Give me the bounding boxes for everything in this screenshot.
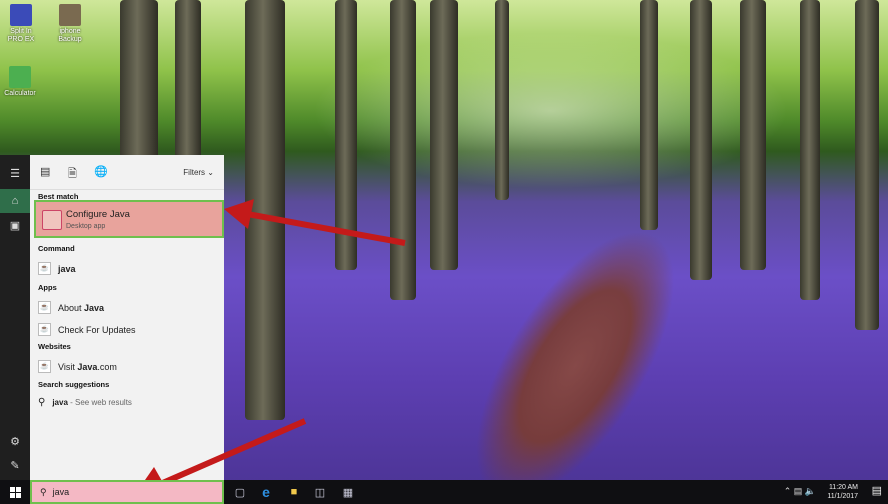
website-label-suffix: .com [97,361,117,372]
best-match-subtitle: Desktop app [66,223,106,230]
clock-time: 11:20 AM [828,484,858,491]
taskbar-search-box[interactable]: ⚲ java [30,480,224,504]
split-in-pro-icon [10,4,32,26]
website-label: Visit Java.com [58,362,117,372]
best-match-title-text: Configure [66,209,110,220]
app-item-about-java[interactable]: ☕ About Java [38,301,104,314]
tree-trunk [495,0,509,200]
panel-header: ▤ 🗎 🌐 Filters ⌄ [30,155,224,190]
web-tab-icon[interactable]: 🌐 [94,165,108,178]
section-websites: Websites [38,342,71,351]
website-item-java-com[interactable]: ☕ Visit Java.com [38,360,117,373]
desktop-icon-calculator[interactable]: Calculator [4,66,36,98]
app-label-bold: Java [84,302,105,313]
desktop-icon-label: Split In PRO EX [7,28,35,43]
edge-browser-icon[interactable]: e [258,484,274,500]
desktop-icon-iphone-backup[interactable]: iphone Backup [52,4,88,44]
notebook-icon[interactable]: ▣ [0,213,30,237]
tree-trunk [640,0,658,230]
filters-button[interactable]: Filters ⌄ [183,168,214,177]
search-icon: ⚲ [40,486,47,497]
feedback-icon[interactable]: ✎ [0,453,30,477]
app-label-text: About [58,302,85,313]
command-item-java[interactable]: ☕ java [38,262,76,275]
java-icon: ☕ [38,301,51,314]
taskbar: ⚲ java ▢ e ■ ◫ ▦ ⌃ ▤ 🔈 11:20 AM 11/1/201… [0,480,888,504]
tree-trunk [390,0,416,300]
system-tray-icons[interactable]: ⌃ ▤ 🔈 [784,486,816,497]
arrow-head [224,199,254,229]
section-command: Command [38,244,75,253]
calculator-icon [9,66,31,88]
java-icon: ☕ [38,360,51,373]
java-icon: ☕ [38,323,51,336]
desktop-icon-label: iphone Backup [58,28,82,43]
app-item-check-for-updates[interactable]: ☕ Check For Updates [38,323,136,336]
documents-tab-icon[interactable]: 🗎 [68,165,77,184]
website-label-text: Visit [58,361,78,372]
java-icon: ☕ [38,262,51,275]
website-label-bold: Java [77,361,98,372]
search-icon: ⚲ [38,397,46,408]
filters-label: Filters [183,168,206,177]
section-search-suggestions: Search suggestions [38,380,110,389]
desktop-icon-label: Calculator [4,90,36,97]
tree-trunk [690,0,712,280]
app-label: About Java [58,303,104,313]
best-match-title-bold: Java [109,209,130,220]
best-match-configure-java[interactable]: Configure Java Desktop app [34,200,224,238]
suggestion-bold: java [52,398,68,407]
desktop-icon-split-in-pro[interactable]: Split In PRO EX [4,4,38,44]
task-view-icon[interactable]: ▢ [232,484,248,500]
suggestion-label: java - See web results [52,398,132,407]
suggestion-rest: - See web results [67,398,132,407]
tree-trunk [430,0,458,270]
iphone-backup-icon [59,4,81,26]
search-input[interactable]: java [53,487,70,497]
home-icon[interactable]: ⌂ [0,189,30,213]
red-arrow-annotation [224,199,406,246]
tree-trunk [800,0,820,300]
file-explorer-icon[interactable]: ■ [286,484,302,500]
windows-logo-icon [9,486,21,498]
hamburger-menu-icon[interactable]: ☰ [0,161,30,185]
best-match-title: Configure Java [66,209,130,220]
clock[interactable]: 11:20 AM 11/1/2017 [827,483,858,501]
chevron-down-icon: ⌄ [207,168,214,177]
clock-date: 11/1/2017 [827,493,858,500]
arrow-shaft [241,210,406,246]
tree-trunk [740,0,766,270]
tree-trunk [855,0,879,330]
command-label: java [58,263,76,274]
arrow-shaft [156,418,307,488]
start-button[interactable] [0,480,30,504]
action-center-icon[interactable]: ▤ [872,484,882,497]
start-menu-rail: ☰ ⌂ ▣ ⚙ ✎ [0,155,30,480]
app-label: Check For Updates [58,324,136,335]
suggestion-item-java[interactable]: ⚲ java - See web results [38,397,132,408]
java-config-icon [42,210,62,230]
apps-tab-icon[interactable]: ▤ [40,165,50,178]
section-apps: Apps [38,283,57,292]
calculator-taskbar-icon[interactable]: ▦ [340,484,356,500]
store-icon[interactable]: ◫ [312,484,328,500]
settings-gear-icon[interactable]: ⚙ [0,429,30,453]
